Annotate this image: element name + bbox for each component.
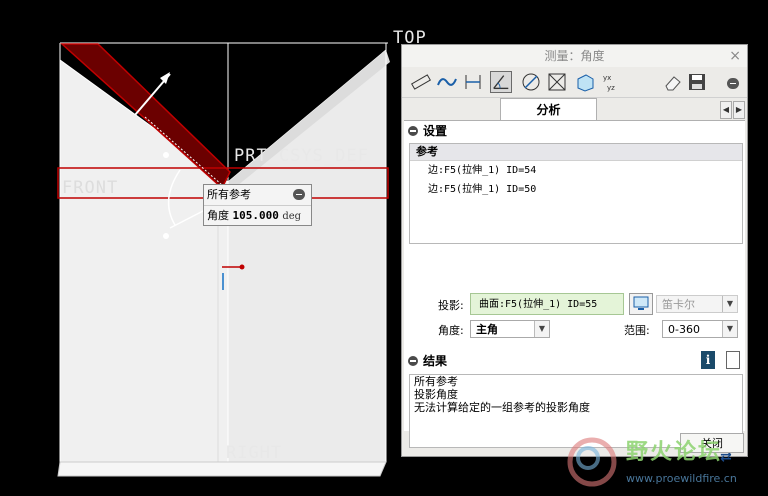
projection-mode-select[interactable]: 笛卡尔 ▼ [656,295,738,313]
tab-analysis[interactable]: 分析 [500,98,597,121]
projection-label: 投影: [438,299,464,312]
dialog-title: 测量：角度 [544,49,605,63]
list-item[interactable]: 边:F5(拉伸_1) ID=50 [410,180,742,199]
result-line: 投影角度 [414,388,458,401]
measure-toolbar: yx yz [402,67,747,98]
watermark-text: 野火论坛 [626,440,723,465]
chevron-down-icon: ▼ [534,321,549,337]
measure-popup-title: 所有参考 [207,188,251,201]
projection-mode-value: 笛卡尔 [662,298,695,311]
result-line: 无法计算给定的一组参考的投影角度 [414,401,590,414]
eraser-icon[interactable] [662,71,684,93]
references-list[interactable]: 参考 边:F5(拉伸_1) ID=54 边:F5(拉伸_1) ID=50 [409,143,743,244]
csys-label: PRT_CSYS_DEF [234,146,369,166]
measure-popup-value-row: 角度 105.000 deg [204,206,311,227]
tab-scroll-right-icon[interactable]: ▶ [733,101,745,119]
list-item[interactable]: 边:F5(拉伸_1) ID=54 [410,161,742,180]
info-icon[interactable]: i [701,351,715,369]
volume-icon[interactable] [574,71,596,93]
popup-collapse-icon[interactable] [293,189,305,200]
measure-popup-label: 角度 [207,209,229,222]
distance-icon[interactable] [462,71,484,93]
dialog-titlebar: 测量：角度 × [402,45,747,67]
angle-select[interactable]: 主角 ▼ [470,320,550,338]
svg-text:yx: yx [603,74,611,82]
results-section-header[interactable]: 结果 [408,353,447,369]
watermark-url: www.proewildfire.cn [626,472,737,485]
range-select-value: 0-360 [668,323,700,336]
chevron-down-icon: ▼ [722,321,737,337]
references-header: 参考 [410,144,742,161]
graphics-viewport[interactable]: TOP PRT_CSYS_DEF FRONT RIGHT 所有参考 角度 105… [0,0,426,496]
result-line: 所有参考 [414,375,458,388]
curve-icon[interactable] [436,71,458,93]
tab-scroll-left-icon[interactable]: ◀ [720,101,732,119]
tab-bar: 分析 ◀ ▶ [402,98,747,121]
measure-dialog: 测量：角度 × yx yz 分析 ◀ ▶ 设置 参考 边:F5(拉伸_1) ID… [401,44,748,465]
angle-select-value: 主角 [476,323,498,336]
results-heading: 结果 [423,354,448,368]
dialog-close-icon[interactable]: × [729,45,741,67]
measure-popup[interactable]: 所有参考 角度 105.000 deg [203,184,312,226]
settings-section-header[interactable]: 设置 [408,123,447,139]
analysis-panel: 设置 参考 边:F5(拉伸_1) ID=54 边:F5(拉伸_1) ID=50 … [404,120,745,465]
angle-icon[interactable] [490,71,512,93]
angle-label: 角度: [438,324,464,337]
watermark: 野火论坛 www.proewildfire.cn [556,428,768,496]
ruler-icon[interactable] [410,71,432,93]
model-geometry [57,42,390,477]
diameter-icon[interactable] [520,71,542,93]
monitor-icon [633,296,649,310]
measure-popup-unit: deg [282,211,302,222]
projection-field[interactable]: 曲面:F5(拉伸_1) ID=55 [470,293,624,315]
chevron-down-icon: ▼ [722,296,737,312]
datum-front-label: FRONT [62,178,119,198]
projection-select-button[interactable] [629,293,653,315]
forum-logo-icon [567,437,617,487]
settings-collapse-icon[interactable] [408,125,418,136]
svg-text:yz: yz [607,84,615,92]
range-label: 范围: [624,324,650,337]
measure-popup-header: 所有参考 [204,185,311,206]
document-icon[interactable] [726,351,740,369]
measure-popup-value: 105.000 [232,209,279,222]
settings-heading: 设置 [423,124,448,138]
minimize-icon[interactable] [727,78,739,89]
save-icon[interactable] [686,71,708,93]
coordinate-icon[interactable]: yx yz [600,71,622,93]
results-collapse-icon[interactable] [408,355,418,366]
transform-icon[interactable] [546,71,568,93]
range-select[interactable]: 0-360 ▼ [662,320,738,338]
datum-right-label: RIGHT [226,443,283,463]
